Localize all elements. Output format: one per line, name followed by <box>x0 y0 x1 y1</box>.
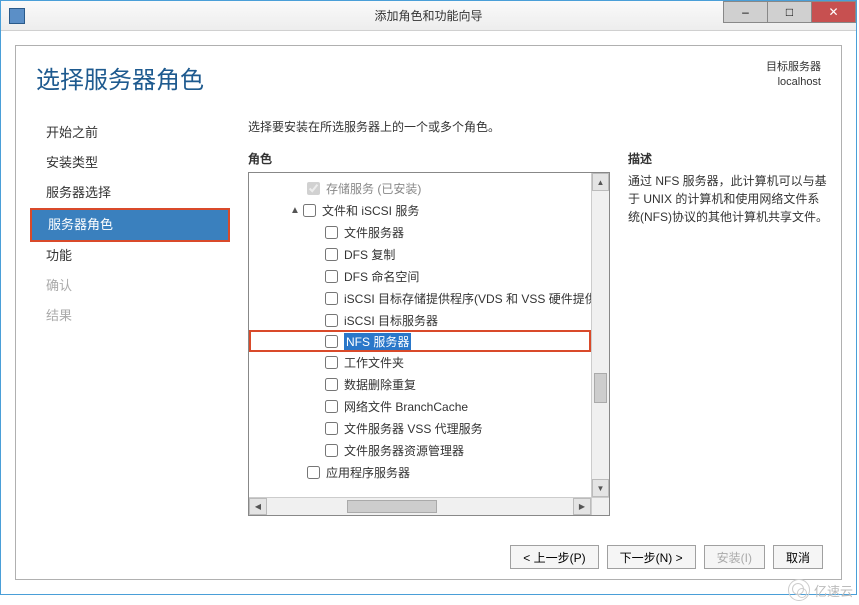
scroll-corner <box>591 497 609 515</box>
scroll-down-button[interactable]: ▼ <box>592 479 609 497</box>
tree-viewport[interactable]: 存储服务 (已安装) ▲ 文件和 iSCSI 服务文件服务器 DFS 复制 DFS 命名… <box>249 173 591 497</box>
previous-button[interactable]: < 上一步(P) <box>510 545 598 569</box>
role-checkbox[interactable] <box>325 356 338 369</box>
role-label: 存储服务 (已安装) <box>326 180 421 197</box>
role-label: 工作文件夹 <box>344 354 404 371</box>
cancel-button[interactable]: 取消 <box>773 545 823 569</box>
expander-icon[interactable]: ▲ <box>289 205 301 216</box>
tree-row-9[interactable]: 数据删除重复 <box>249 373 591 395</box>
role-checkbox[interactable] <box>325 422 338 435</box>
horizontal-scrollbar[interactable]: ◀ ▶ <box>249 497 591 515</box>
tree-row-7[interactable]: NFS 服务器 <box>249 330 591 352</box>
role-checkbox[interactable] <box>303 204 316 217</box>
role-label: DFS 复制 <box>344 246 395 263</box>
target-server-info: 目标服务器 localhost <box>766 60 821 91</box>
tree-row-6[interactable]: iSCSI 目标服务器 <box>249 309 591 331</box>
tree-content: 存储服务 (已安装) ▲ 文件和 iSCSI 服务文件服务器 DFS 复制 DFS 命名… <box>249 173 591 487</box>
role-checkbox[interactable] <box>325 378 338 391</box>
nav-item-6: 结果 <box>30 301 230 331</box>
nav-item-2[interactable]: 服务器选择 <box>30 178 230 208</box>
role-label: iSCSI 目标服务器 <box>344 312 438 329</box>
scroll-right-button[interactable]: ▶ <box>573 498 591 515</box>
role-label: iSCSI 目标存储提供程序(VDS 和 VSS 硬件提供程序) <box>344 290 591 307</box>
role-label: 应用程序服务器 <box>326 464 410 481</box>
tree-row-3[interactable]: DFS 复制 <box>249 243 591 265</box>
target-value: localhost <box>766 75 821 90</box>
role-checkbox[interactable] <box>325 270 338 283</box>
tree-row-1[interactable]: ▲ 文件和 iSCSI 服务 <box>249 199 591 221</box>
window-title: 添加角色和功能向导 <box>374 7 482 24</box>
target-label: 目标服务器 <box>766 60 821 75</box>
role-label: 网络文件 BranchCache <box>344 398 468 415</box>
tree-row-11[interactable]: 文件服务器 VSS 代理服务 <box>249 417 591 439</box>
nav-item-0[interactable]: 开始之前 <box>30 118 230 148</box>
role-label: 文件和 iSCSI 服务 <box>322 202 419 219</box>
nav-item-1[interactable]: 安装类型 <box>30 148 230 178</box>
tree-row-8[interactable]: 工作文件夹 <box>249 351 591 373</box>
vertical-scrollbar[interactable]: ▲ ▼ <box>591 173 609 497</box>
tree-row-13[interactable]: 应用程序服务器 <box>249 461 591 483</box>
wizard-window: 添加角色和功能向导 – □ ✕ 选择服务器角色 目标服务器 localhost … <box>0 0 857 595</box>
role-checkbox <box>307 182 320 195</box>
page-heading: 选择服务器角色 <box>36 60 204 95</box>
roles-tree: 存储服务 (已安装) ▲ 文件和 iSCSI 服务文件服务器 DFS 复制 DFS 命名… <box>248 172 610 516</box>
role-checkbox[interactable] <box>325 444 338 457</box>
description-text: 通过 NFS 服务器，此计算机可以与基于 UNIX 的计算机和使用网络文件系统(… <box>628 172 828 226</box>
role-checkbox[interactable] <box>325 400 338 413</box>
wizard-buttons: < 上一步(P) 下一步(N) > 安装(I) 取消 <box>510 545 823 569</box>
titlebar[interactable]: 添加角色和功能向导 – □ ✕ <box>1 1 856 31</box>
role-checkbox[interactable] <box>307 466 320 479</box>
close-button[interactable]: ✕ <box>811 1 856 23</box>
wizard-nav: 开始之前安装类型服务器选择服务器角色功能确认结果 <box>30 118 230 331</box>
scroll-up-button[interactable]: ▲ <box>592 173 609 191</box>
tree-row-0[interactable]: 存储服务 (已安装) <box>249 177 591 199</box>
role-label: DFS 命名空间 <box>344 268 419 285</box>
nav-highlight: 服务器角色 <box>30 208 230 242</box>
role-checkbox[interactable] <box>325 292 338 305</box>
role-label: 文件服务器 VSS 代理服务 <box>344 420 483 437</box>
role-label: 文件服务器 <box>344 224 404 241</box>
description-label: 描述 <box>628 150 652 167</box>
horizontal-scroll-thumb[interactable] <box>347 500 437 513</box>
role-checkbox[interactable] <box>325 248 338 261</box>
role-checkbox[interactable] <box>325 335 338 348</box>
role-label: NFS 服务器 <box>344 333 411 350</box>
content-panel: 选择服务器角色 目标服务器 localhost 开始之前安装类型服务器选择服务器… <box>15 45 842 580</box>
role-checkbox[interactable] <box>325 226 338 239</box>
window-controls: – □ ✕ <box>724 1 856 23</box>
vertical-scroll-thumb[interactable] <box>594 373 607 403</box>
tree-row-12[interactable]: 文件服务器资源管理器 <box>249 439 591 461</box>
role-label: 文件服务器资源管理器 <box>344 442 464 459</box>
horizontal-scroll-track[interactable] <box>267 498 573 515</box>
install-button[interactable]: 安装(I) <box>704 545 765 569</box>
instruction-text: 选择要安装在所选服务器上的一个或多个角色。 <box>248 118 500 135</box>
role-checkbox[interactable] <box>325 314 338 327</box>
nav-item-5: 确认 <box>30 271 230 301</box>
role-label: 数据删除重复 <box>344 376 416 393</box>
maximize-button[interactable]: □ <box>767 1 812 23</box>
app-icon <box>9 8 25 24</box>
minimize-button[interactable]: – <box>723 1 768 23</box>
tree-row-10[interactable]: 网络文件 BranchCache <box>249 395 591 417</box>
nav-item-3[interactable]: 服务器角色 <box>32 210 228 240</box>
next-button[interactable]: 下一步(N) > <box>607 545 696 569</box>
roles-label: 角色 <box>248 150 272 167</box>
nav-item-4[interactable]: 功能 <box>30 241 230 271</box>
tree-row-4[interactable]: DFS 命名空间 <box>249 265 591 287</box>
tree-row-2[interactable]: 文件服务器 <box>249 221 591 243</box>
scroll-left-button[interactable]: ◀ <box>249 498 267 515</box>
tree-row-5[interactable]: iSCSI 目标存储提供程序(VDS 和 VSS 硬件提供程序) <box>249 287 591 309</box>
